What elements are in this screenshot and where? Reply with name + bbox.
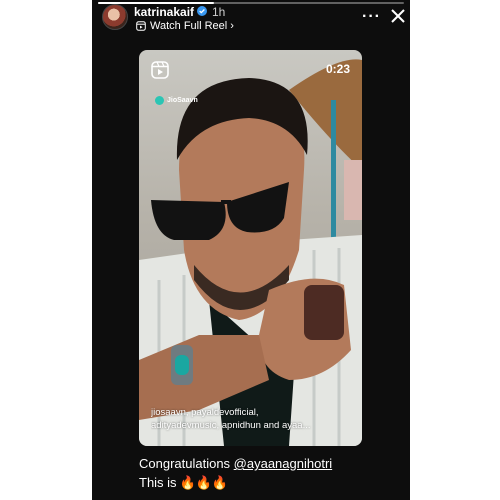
caption-prefix: Congratulations xyxy=(139,456,234,471)
more-icon[interactable]: ··· xyxy=(362,8,381,26)
brand-label: JioSaavn xyxy=(167,97,198,104)
story-caption: Congratulations @ayaanagnihotri This is 🔥… xyxy=(139,454,332,492)
reel-preview[interactable]: 0:23 JioSaavn jiosaavn, payaldevofficial… xyxy=(139,50,362,446)
reel-icon xyxy=(136,21,146,31)
caption-line-1: Congratulations @ayaanagnihotri xyxy=(139,454,332,473)
credits-line-2: adityadevmusic, apnidhun and ayaa... xyxy=(151,420,311,431)
watch-full-reel-label: Watch Full Reel xyxy=(150,20,228,32)
jiosaavn-logo-icon xyxy=(155,96,164,105)
mention-link[interactable]: @ayaanagnihotri xyxy=(234,456,332,471)
chevron-right-icon: › xyxy=(230,20,234,32)
reels-logo-icon xyxy=(151,61,169,79)
fire-emojis: 🔥🔥🔥 xyxy=(179,475,229,490)
verified-icon xyxy=(197,6,207,16)
credits-line-1: jiosaavn, payaldevofficial, xyxy=(151,407,259,418)
story-header: katrinakaif 1h Watch Full Reel › ··· xyxy=(100,4,405,34)
avatar[interactable] xyxy=(102,4,128,30)
watch-full-reel-link[interactable]: Watch Full Reel › xyxy=(136,20,234,32)
username[interactable]: katrinakaif xyxy=(134,5,194,19)
caption-text: This is xyxy=(139,475,177,490)
jiosaavn-watermark: JioSaavn xyxy=(155,96,198,105)
post-time: 1h xyxy=(212,5,226,19)
story-viewer[interactable]: katrinakaif 1h Watch Full Reel › ··· 0:2… xyxy=(92,0,410,500)
close-icon[interactable] xyxy=(390,8,406,24)
reel-audio-credits[interactable]: jiosaavn, payaldevofficial, adityadevmus… xyxy=(151,406,356,432)
reel-duration: 0:23 xyxy=(325,62,350,76)
caption-line-2: This is 🔥🔥🔥 xyxy=(139,473,332,492)
reel-thumbnail-image xyxy=(139,59,362,446)
